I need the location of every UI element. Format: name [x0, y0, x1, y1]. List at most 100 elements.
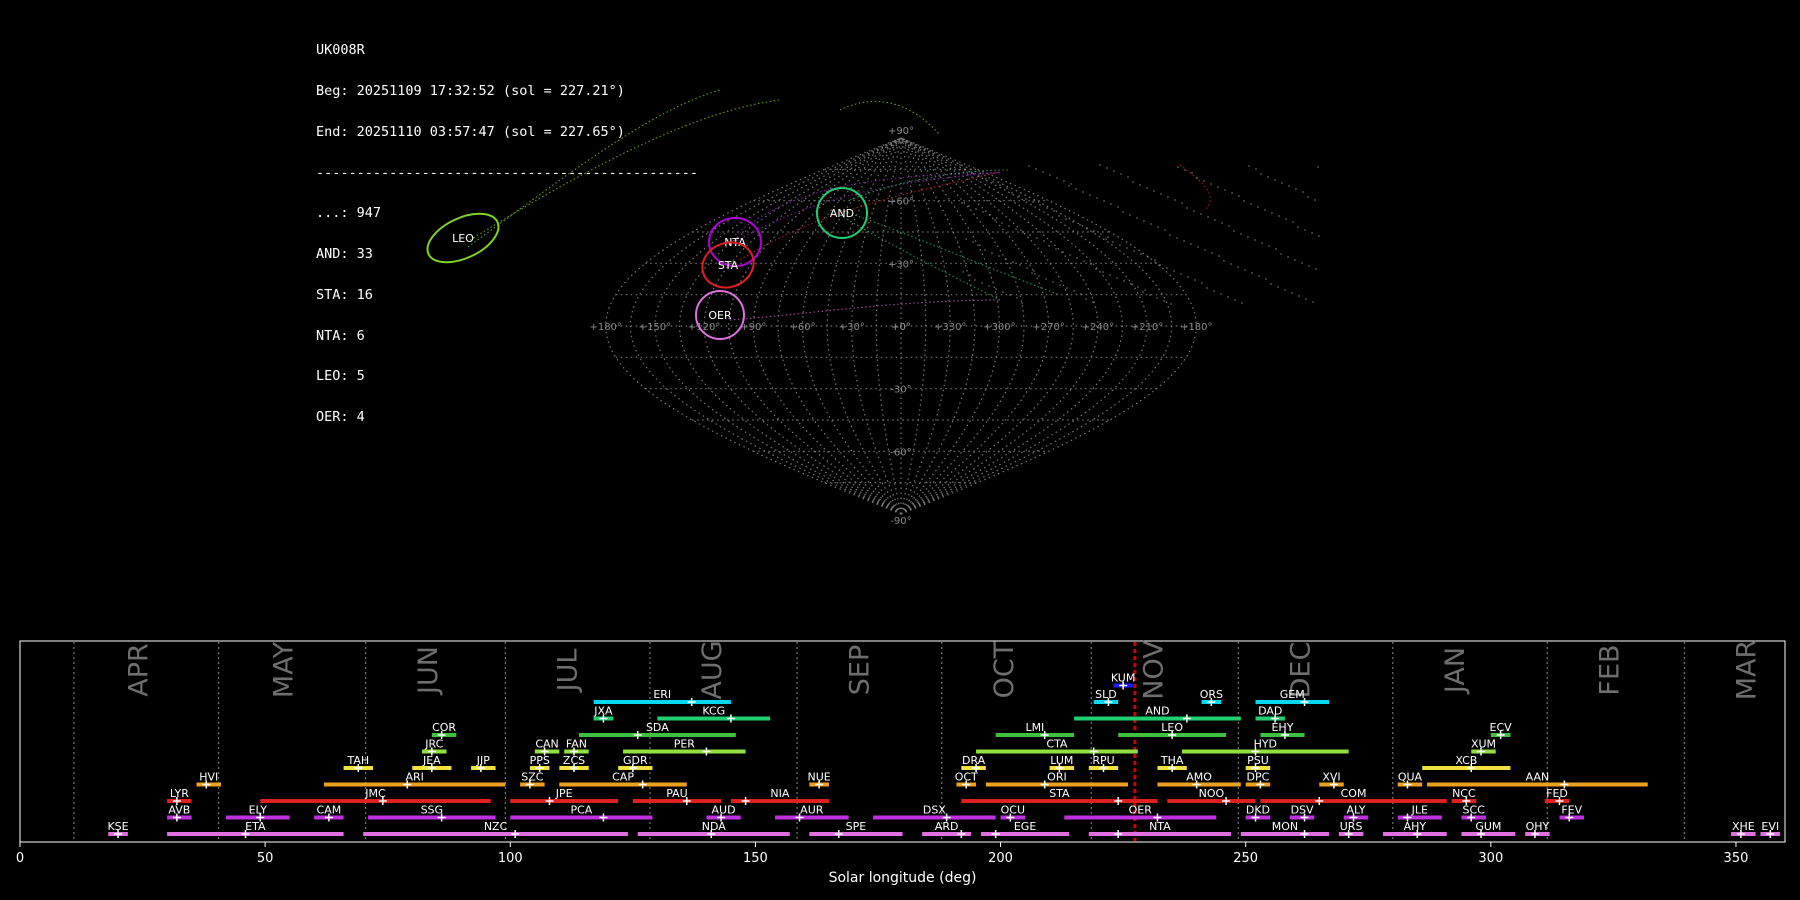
shower-label: SLD — [1095, 688, 1117, 701]
shower-nta: NTA — [1088, 820, 1231, 838]
shower-can: CAN — [534, 738, 560, 756]
shower-nue: NUE — [808, 771, 831, 789]
x-tick-label: 150 — [743, 851, 768, 866]
shower-label: JIP — [476, 754, 490, 767]
month-label-jan: JAN — [1440, 647, 1471, 695]
shower-label: KSE — [107, 820, 128, 833]
shower-label: COR — [432, 721, 456, 734]
x-tick-label: 100 — [498, 851, 523, 866]
shower-label: MON — [1272, 820, 1298, 833]
shower-label: AHY — [1404, 820, 1427, 833]
month-label-sep: SEP — [844, 645, 875, 695]
shower-hvi: HVI — [196, 771, 222, 789]
shower-label: QUA — [1398, 771, 1423, 784]
shower-tah: TAH — [343, 754, 373, 772]
shower-label: XUM — [1471, 738, 1496, 751]
month-label-oct: OCT — [989, 641, 1020, 698]
shower-label: KUM — [1111, 672, 1135, 685]
shower-ely: ELY — [225, 804, 290, 822]
shower-label: ELY — [249, 804, 268, 817]
shower-label: CAM — [317, 804, 342, 817]
shower-ard: ARD — [922, 820, 972, 838]
shower-label: DRA — [962, 754, 986, 767]
shower-label: JRC — [424, 738, 443, 751]
shower-label: AUR — [800, 804, 824, 817]
shower-jxa: JXA — [593, 705, 614, 723]
shower-label: THA — [1160, 754, 1184, 767]
shower-szc: SZC — [520, 771, 545, 789]
shower-fan: FAN — [564, 738, 589, 756]
shower-label: ARI — [405, 771, 423, 784]
shower-label: JMC — [364, 787, 386, 800]
shower-cta: CTA — [976, 738, 1138, 756]
shower-oer: OER — [1064, 804, 1217, 822]
count-leo: LEO: 5 — [316, 368, 365, 385]
month-label-may: MAY — [268, 641, 299, 698]
shower-sda: SDA — [578, 721, 736, 739]
shower-label: AUD — [712, 804, 736, 817]
shower-label: GDR — [623, 754, 648, 767]
shower-xhe: XHE — [1731, 820, 1756, 838]
shower-label: LEO — [1161, 721, 1183, 734]
shower-com: COM — [1260, 787, 1447, 805]
shower-label: ETA — [245, 820, 266, 833]
shower-label: JLE — [1411, 804, 1428, 817]
shower-gem: GEM — [1255, 688, 1330, 706]
shower-pau: PAU — [632, 787, 722, 805]
shower-ege: EGE — [980, 820, 1070, 838]
shower-label: ORS — [1200, 688, 1223, 701]
shower-label: EVI — [1761, 820, 1779, 833]
shower-label: CTA — [1046, 738, 1068, 751]
shower-tha: THA — [1157, 754, 1187, 772]
shower-cap: CAP — [559, 771, 687, 789]
shower-noo: NOO — [1167, 787, 1256, 805]
shower-label: LYR — [170, 787, 189, 800]
shower-label: PSU — [1247, 754, 1269, 767]
shower-label: FAN — [566, 738, 587, 751]
shower-ori: ORI — [985, 771, 1129, 789]
shower-label: ORI — [1047, 771, 1067, 784]
shower-avb: AVB — [167, 804, 192, 822]
shower-aly: ALY — [1343, 804, 1369, 822]
shower-label: ECV — [1490, 721, 1513, 734]
x-tick-label: 350 — [1724, 851, 1749, 866]
shower-label: JXA — [593, 705, 613, 718]
shower-dad: DAD — [1255, 705, 1285, 723]
shower-label: ALY — [1347, 804, 1366, 817]
shower-lum: LUM — [1049, 754, 1075, 772]
shower-amo: AMO — [1157, 771, 1241, 789]
shower-label: SPE — [846, 820, 867, 833]
shower-oct: OCT — [955, 771, 978, 789]
shower-qua: QUA — [1397, 771, 1423, 789]
shower-timeline: APR MAY JUN JUL AUG SEP OCT NOV DEC JAN FEB MARKUME… — [16, 640, 1786, 886]
shower-label: RPU — [1092, 754, 1114, 767]
shower-jle: JLE — [1397, 804, 1442, 822]
month-label-feb: FEB — [1594, 644, 1625, 695]
shower-ari: ARI — [323, 771, 506, 789]
shower-label: SCC — [1463, 804, 1486, 817]
x-tick-label: 300 — [1478, 851, 1503, 866]
shower-label: AAN — [1526, 771, 1550, 784]
shower-zcs: ZCS — [559, 754, 589, 772]
month-label-nov: NOV — [1138, 640, 1169, 700]
shower-ssg: SSG — [368, 804, 496, 822]
shower-label: TAH — [346, 754, 369, 767]
shower-dkd: DKD — [1245, 804, 1271, 822]
count-sta: STA: 16 — [316, 286, 373, 303]
shower-label: DAD — [1258, 705, 1282, 718]
shower-label: LUM — [1050, 754, 1073, 767]
shower-label: ZCS — [563, 754, 585, 767]
shower-aud: AUD — [706, 804, 741, 822]
month-label-apr: APR — [124, 643, 155, 697]
shower-dsv: DSV — [1289, 804, 1315, 822]
shower-label: XVI — [1322, 771, 1340, 784]
shower-ohy: OHY — [1525, 820, 1550, 838]
shower-xcb: XCB — [1422, 754, 1511, 772]
shower-pca: PCA — [510, 804, 653, 822]
shower-label: PCA — [570, 804, 592, 817]
end-time: End: 20251110 03:57:47 (sol = 227.65°) — [316, 123, 625, 140]
shower-ocu: OCU — [1000, 804, 1026, 822]
shower-label: PPS — [530, 754, 550, 767]
shower-nda: NDA — [637, 820, 790, 838]
month-label-mar: MAR — [1732, 640, 1763, 701]
